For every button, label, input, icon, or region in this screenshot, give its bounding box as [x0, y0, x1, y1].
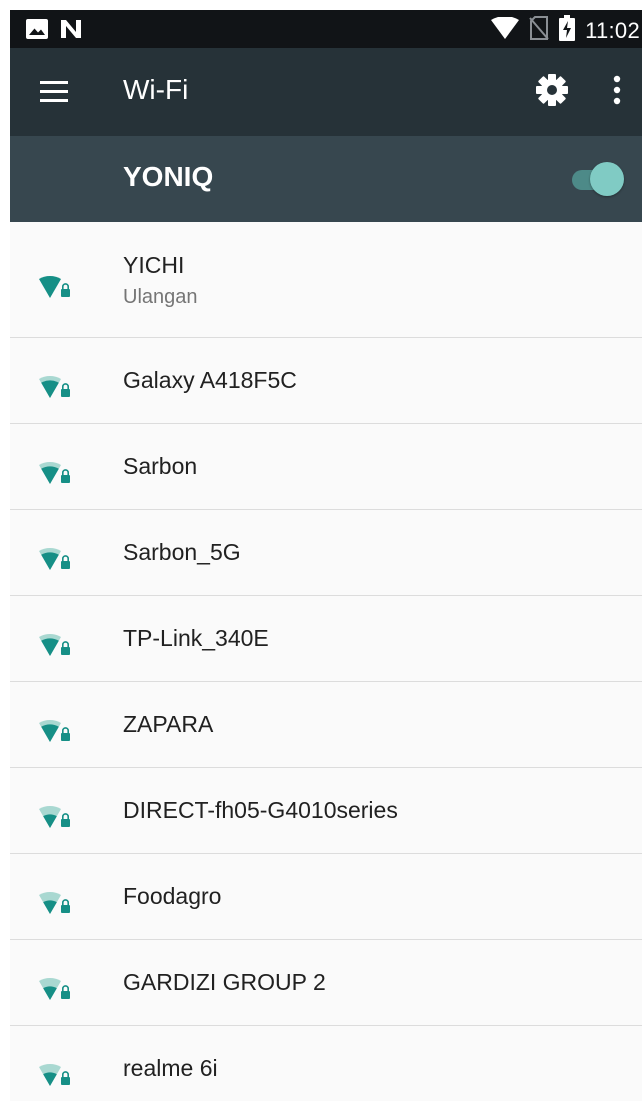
wifi-lock-icon: [28, 879, 72, 915]
toggle-thumb: [590, 162, 624, 196]
network-row[interactable]: YICHI Ulangan: [10, 222, 642, 338]
network-name: YICHI: [123, 252, 185, 278]
hamburger-menu-icon[interactable]: [34, 78, 74, 108]
network-row[interactable]: Foodagro: [10, 854, 642, 940]
network-row[interactable]: DIRECT-fh05-G4010series: [10, 768, 642, 854]
wifi-lock-icon: [28, 449, 72, 485]
network-name: Sarbon_5G: [123, 539, 241, 565]
network-row[interactable]: GARDIZI GROUP 2: [10, 940, 642, 1026]
network-name: ZAPARA: [123, 711, 214, 737]
device-screen: 11:02 Wi-Fi YONIQ YICHI Ulangan Galaxy A…: [10, 10, 642, 1101]
network-name: realme 6i: [123, 1055, 218, 1081]
network-name: Sarbon: [123, 453, 198, 479]
wifi-lock-icon: [28, 1051, 72, 1087]
status-bar: 11:02: [10, 10, 642, 48]
network-name: GARDIZI GROUP 2: [123, 969, 326, 995]
network-name: Foodagro: [123, 883, 222, 909]
network-row[interactable]: Galaxy A418F5C: [10, 338, 642, 424]
status-time: 11:02: [585, 17, 640, 43]
wifi-signal-icon: [491, 16, 520, 44]
network-row[interactable]: Sarbon_5G: [10, 510, 642, 596]
network-row[interactable]: TP-Link_340E: [10, 596, 642, 682]
battery-charging-icon: [559, 15, 576, 46]
wifi-lock-icon: [28, 793, 72, 829]
network-name: TP-Link_340E: [123, 625, 269, 651]
no-sim-icon: [529, 16, 549, 45]
gear-icon[interactable]: [532, 70, 572, 110]
app-bar: Wi-Fi: [10, 48, 642, 136]
wifi-lock-icon: [28, 965, 72, 1001]
wifi-lock-icon: [28, 621, 72, 657]
wifi-lock-icon: [28, 535, 72, 571]
network-name: Galaxy A418F5C: [123, 367, 297, 393]
n-icon: [60, 19, 82, 44]
wifi-lock-icon: [28, 263, 72, 299]
network-name: DIRECT-fh05-G4010series: [123, 797, 398, 823]
wifi-lock-icon: [28, 707, 72, 743]
network-status: Ulangan: [123, 286, 198, 308]
wifi-toggle[interactable]: [572, 162, 624, 196]
wifi-lock-icon: [28, 363, 72, 399]
network-row[interactable]: Sarbon: [10, 424, 642, 510]
network-row[interactable]: ZAPARA: [10, 682, 642, 768]
network-row[interactable]: realme 6i: [10, 1026, 642, 1101]
master-switch-label: YONIQ: [123, 161, 214, 192]
page-title: Wi-Fi: [123, 74, 189, 105]
network-list: YICHI Ulangan Galaxy A418F5C Sarbon Sarbon_5…: [10, 222, 642, 1101]
wifi-master-switch-bar[interactable]: YONIQ: [10, 136, 642, 222]
image-icon: [26, 19, 48, 44]
more-vert-icon[interactable]: [602, 70, 632, 110]
